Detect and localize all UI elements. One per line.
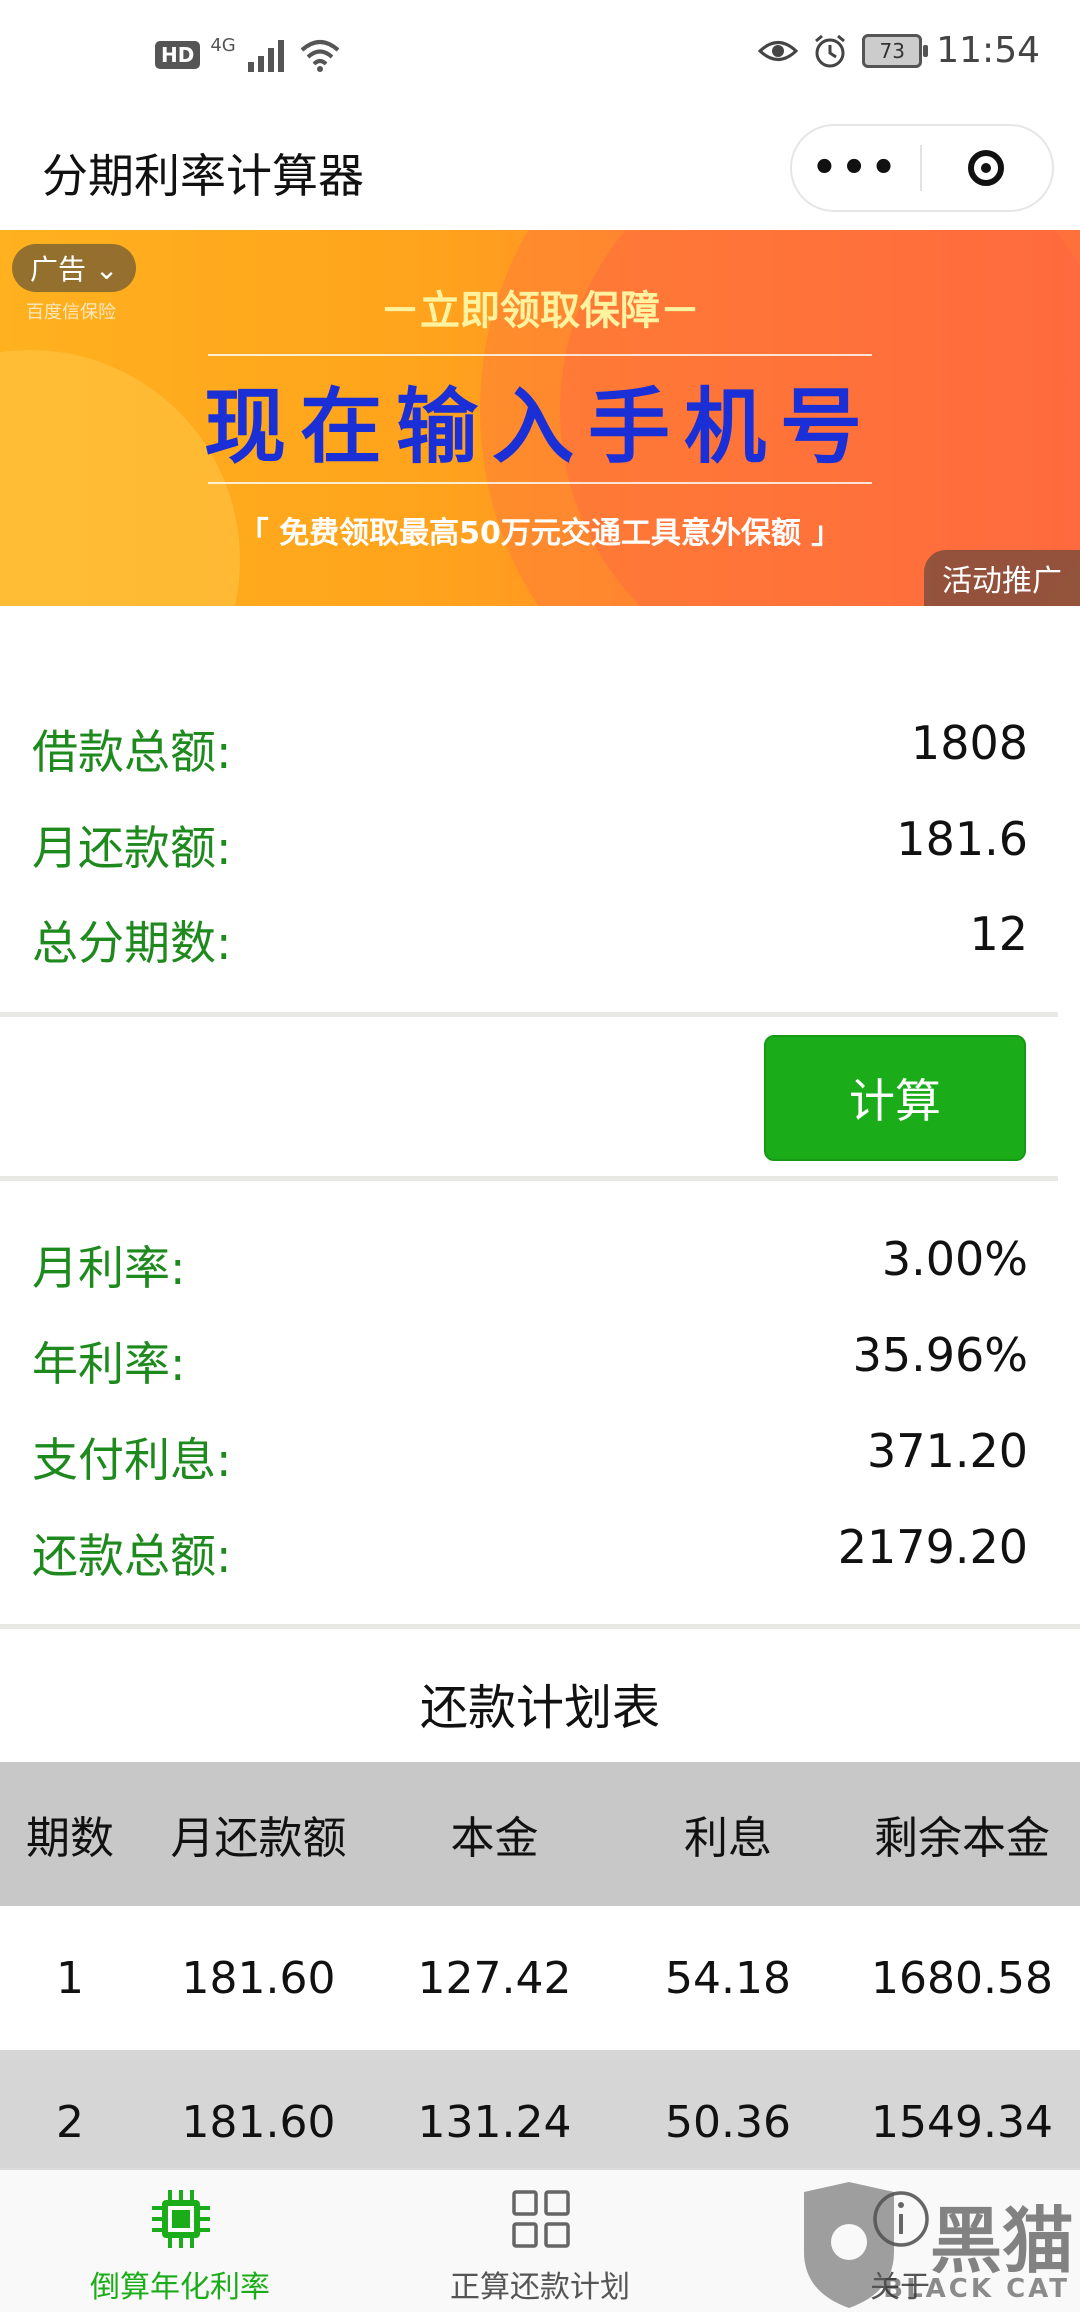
battery-indicator: 73 — [862, 33, 929, 68]
table-cell: 127.42 — [417, 1952, 572, 2004]
tab-label: 倒算年化利率 — [90, 2270, 270, 2305]
divider — [0, 1176, 1058, 1181]
tab-reverse-rate[interactable]: 倒算年化利率 — [0, 2170, 360, 2312]
ad-subtext: 「 免费领取最高50万元交通工具意外保额 」 — [238, 516, 842, 551]
monthly-payment-row[interactable]: 月还款额: 181.6 — [0, 796, 1060, 886]
monthly-payment-label: 月还款额: — [32, 821, 232, 875]
ad-promo-label: 活动推广 — [924, 550, 1080, 606]
schedule-table: 期数 月还款额 本金 利息 剩余本金 1 181.60 127.42 54.18… — [0, 1762, 1080, 2194]
interest-row: 支付利息: 371.20 — [0, 1408, 1060, 1498]
table-header-cell: 利息 — [684, 1813, 772, 1864]
more-button[interactable]: ••• — [792, 145, 920, 191]
table-cell: 181.60 — [181, 1952, 336, 2004]
table-header-cell: 本金 — [450, 1813, 539, 1864]
loan-amount-row[interactable]: 借款总额: 1808 — [0, 700, 1060, 790]
status-right: 73 11:54 — [758, 30, 1040, 71]
eye-icon — [758, 40, 799, 61]
loan-amount-label: 借款总额: — [32, 725, 232, 779]
loan-amount-input[interactable]: 1808 — [911, 716, 1028, 770]
chip-icon — [152, 2190, 210, 2248]
annual-rate-row: 年利率: 35.96% — [0, 1312, 1060, 1402]
ad-banner[interactable]: 广告 ⌄ 百度信保险 －立即领取保障－ 现在输入手机号 「 免费领取最高50万元… — [0, 230, 1080, 606]
alarm-icon — [815, 34, 846, 67]
installments-label: 总分期数: — [32, 916, 232, 970]
monthly-rate-value: 3.00% — [881, 1232, 1028, 1286]
tab-label: 正算还款计划 — [450, 2270, 630, 2305]
table-cell: 2 — [56, 2096, 84, 2148]
total-repay-value: 2179.20 — [837, 1520, 1028, 1574]
table-cell: 54.18 — [665, 1952, 791, 2004]
table-header-cell: 期数 — [26, 1813, 114, 1864]
tab-repayment-plan[interactable]: 正算还款计划 — [360, 2170, 720, 2312]
title-bar: 分期利率计算器 ••• — [0, 120, 1080, 230]
ad-main-text: 现在输入手机号 — [203, 380, 876, 475]
ad-divider — [208, 354, 872, 356]
target-icon — [968, 150, 1004, 186]
clock: 11:54 — [936, 30, 1040, 71]
signal-icon — [247, 40, 284, 72]
table-row: 1 181.60 127.42 54.18 1680.58 — [0, 1906, 1080, 2050]
interest-label: 支付利息: — [32, 1433, 232, 1487]
monthly-rate-row: 月利率: 3.00% — [0, 1216, 1060, 1306]
table-cell: 1549.34 — [871, 2096, 1053, 2148]
installments-row[interactable]: 总分期数: 12 — [0, 891, 1060, 981]
ad-divider — [208, 482, 872, 484]
status-bar: HD 4G 73 11:54 — [0, 0, 1080, 120]
black-cat-watermark: 黑猫 BLACK CAT — [794, 2182, 1074, 2308]
tab-bar: 倒算年化利率 正算还款计划 关于 黑猫 BLACK CAT — [0, 2168, 1080, 2312]
table-header-cell: 月还款额 — [170, 1813, 347, 1864]
monthly-payment-input[interactable]: 181.6 — [896, 812, 1028, 866]
table-header-cell: 剩余本金 — [874, 1813, 1050, 1864]
wifi-icon — [300, 40, 340, 72]
annual-rate-value: 35.96% — [852, 1328, 1028, 1382]
installments-input[interactable]: 12 — [969, 907, 1028, 961]
divider — [0, 1624, 1080, 1629]
divider — [0, 1012, 1058, 1017]
table-cell: 1680.58 — [871, 1952, 1053, 2004]
schedule-title: 还款计划表 — [419, 1680, 660, 1736]
table-header-row: 期数 月还款额 本金 利息 剩余本金 — [0, 1762, 1080, 1906]
status-left: HD 4G — [155, 34, 342, 72]
miniprogram-capsule: ••• — [790, 124, 1054, 212]
page-title: 分期利率计算器 — [42, 149, 364, 203]
monthly-rate-label: 月利率: — [32, 1241, 186, 1295]
network-label: 4G — [210, 34, 236, 56]
close-button[interactable] — [922, 150, 1050, 186]
table-cell: 1 — [56, 1952, 84, 2004]
calculate-button[interactable]: 计算 — [764, 1035, 1026, 1161]
ad-headline: －立即领取保障－ — [380, 288, 700, 334]
watermark-subtext: BLACK CAT — [883, 2274, 1070, 2304]
grid-icon — [512, 2190, 570, 2248]
interest-value: 371.20 — [867, 1424, 1028, 1478]
total-repay-label: 还款总额: — [32, 1529, 232, 1583]
table-cell: 131.24 — [417, 2096, 572, 2148]
table-cell: 50.36 — [665, 2096, 791, 2148]
annual-rate-label: 年利率: — [32, 1337, 186, 1391]
hd-badge: HD — [155, 41, 201, 69]
total-repay-row: 还款总额: 2179.20 — [0, 1504, 1060, 1594]
watermark-text: 黑猫 — [929, 2199, 1074, 2283]
table-cell: 181.60 — [181, 2096, 336, 2148]
